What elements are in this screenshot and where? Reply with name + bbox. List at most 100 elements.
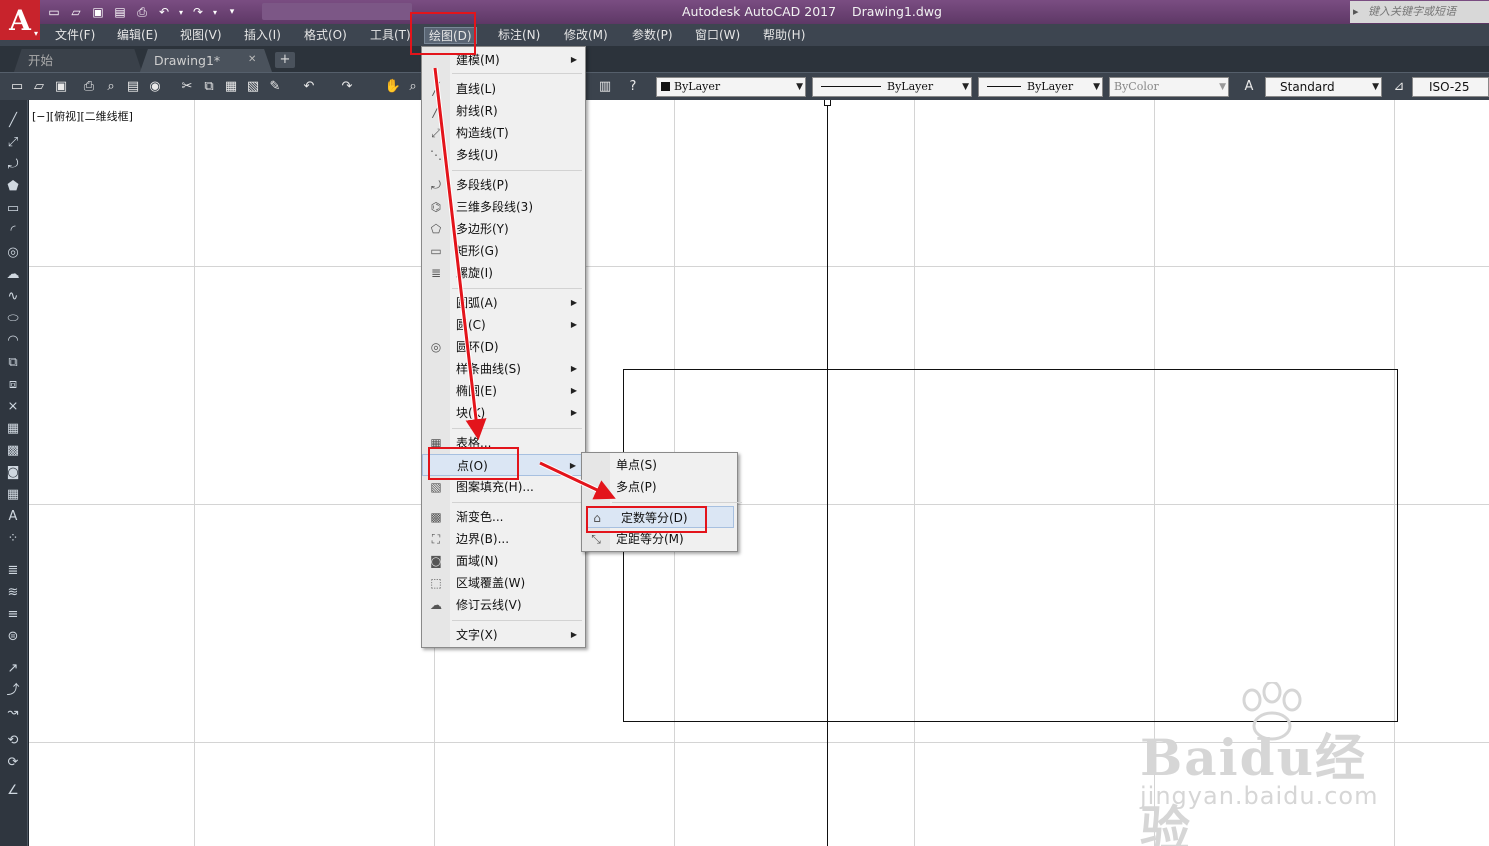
insert-block-icon[interactable]: ⧉ [4,354,22,372]
new-icon[interactable]: ▭ [8,78,26,96]
dim-aligned-icon[interactable]: ⤴ [4,682,22,700]
search-input[interactable]: ▸ 键入关键字或短语 [1350,1,1489,23]
menu-format[interactable]: 格式(O) [300,27,351,44]
zoom-realtime-icon[interactable]: ⌕ [404,78,422,96]
viewport-controls[interactable]: [−][俯视][二维线框] [32,108,133,124]
menu-item-text[interactable]: 文字(X) ▶ [422,624,585,646]
menu-item-revision-cloud[interactable]: ☁ 修订云线(V) [422,594,585,616]
ellipse-arc-icon[interactable]: ◠ [4,332,22,350]
menu-item-construction-line[interactable]: ⤢ 构造线(T) [422,122,585,144]
plot-icon[interactable]: ⎙ [80,78,98,96]
menu-window[interactable]: 窗口(W) [691,27,744,44]
menu-item-ray[interactable]: ╱ 射线(R) [422,100,585,122]
text-style-icon[interactable]: A [1240,78,1258,96]
polygon-icon[interactable]: ⬟ [4,178,22,196]
open-folder-icon[interactable]: ▱ [66,2,86,22]
new-file-icon[interactable]: ▭ [44,2,64,22]
3d-print-icon[interactable]: ◉ [146,78,164,96]
add-selected-icon[interactable]: ⁘ [4,530,22,548]
color-combo[interactable]: ByLayer ▼ [656,77,806,97]
save-icon[interactable]: ▣ [88,2,108,22]
rectangle-icon[interactable]: ▭ [4,200,22,218]
menu-item-donut[interactable]: ◎ 圆环(D) [422,336,585,358]
customize-qat-icon[interactable]: ▾ [222,2,242,22]
menu-item-polygon[interactable]: ⬠ 多边形(Y) [422,218,585,240]
help-icon[interactable]: ? [624,78,642,96]
menu-help[interactable]: 帮助(H) [759,27,809,44]
line-icon[interactable]: ╱ [4,112,22,130]
menu-item-rectangle[interactable]: ▭ 矩形(G) [422,240,585,262]
arc-icon[interactable]: ◜ [4,222,22,240]
expand-arrow-icon[interactable]: ▸ [1353,1,1359,23]
layer-previous-icon[interactable]: ≡ [4,606,22,624]
polyline-icon[interactable]: ⤾ [4,156,22,174]
menu-item-multiple-points[interactable]: 多点(P) [582,476,737,498]
tab-start[interactable]: 开始 [14,49,142,72]
region-icon[interactable]: ◙ [4,464,22,482]
cut-icon[interactable]: ✂ [178,78,196,96]
redo-icon[interactable]: ↷ [188,2,208,22]
mtext-icon[interactable]: A [4,508,22,526]
menu-item-multiline[interactable]: ⋱ 多线(U) [422,144,585,166]
undo-icon[interactable]: ↶ [300,78,318,96]
menu-item-region[interactable]: ◙ 面域(N) [422,550,585,572]
redo-icon[interactable]: ↷ [338,78,356,96]
lineweight-combo[interactable]: ByLayer ▼ [978,77,1103,97]
plotstyle-combo[interactable]: ByColor ▼ [1109,77,1229,97]
linetype-combo[interactable]: ByLayer ▼ [812,77,972,97]
construction-line-icon[interactable]: ⤢ [4,134,22,152]
menu-item-spline[interactable]: 样条曲线(S) ▶ [422,358,585,380]
dimension-style-icon[interactable]: ⊿ [1390,78,1408,96]
menu-item-single-point[interactable]: 单点(S) [582,454,737,476]
menu-item-wipeout[interactable]: ⬚ 区域覆盖(W) [422,572,585,594]
menu-tools[interactable]: 工具(T) [366,27,415,44]
save-icon[interactable]: ▣ [52,78,70,96]
menu-parametric[interactable]: 参数(P) [628,27,677,44]
drawing-canvas[interactable]: [−][俯视][二维线框] Baidu经验 jingyan.baidu.com [29,100,1489,846]
dim-radius-icon[interactable]: ⟲ [4,732,22,750]
hatch-icon[interactable]: ▦ [4,420,22,438]
pan-icon[interactable]: ✋ [384,78,402,96]
match-properties-icon[interactable]: ▧ [244,78,262,96]
save-as-icon[interactable]: ▤ [110,2,130,22]
circle-icon[interactable]: ◎ [4,244,22,262]
dim-diameter-icon[interactable]: ⟳ [4,754,22,772]
menu-item-3d-polyline[interactable]: ⌬ 三维多段线(3) [422,196,585,218]
copy-icon[interactable]: ⧉ [200,78,218,96]
revision-cloud-icon[interactable]: ☁ [4,266,22,284]
layer-states-icon[interactable]: ≋ [4,584,22,602]
table-icon[interactable]: ▦ [4,486,22,504]
dim-angular-icon[interactable]: ∠ [4,782,22,800]
make-block-icon[interactable]: ⧈ [4,376,22,394]
dim-arc-icon[interactable]: ↝ [4,704,22,722]
menu-item-gradient[interactable]: ▩ 渐变色... [422,506,585,528]
menu-item-ellipse[interactable]: 椭圆(E) ▶ [422,380,585,402]
paste-icon[interactable]: ▦ [222,78,240,96]
plot-preview-icon[interactable]: ⌕ [102,78,120,96]
gradient-icon[interactable]: ▩ [4,442,22,460]
close-icon[interactable]: ✕ [248,54,256,65]
menu-item-arc[interactable]: 圆弧(A) ▶ [422,292,585,314]
menu-dimension[interactable]: 标注(N) [494,27,544,44]
rectangle-object[interactable] [623,369,1398,722]
redo-dropdown-icon[interactable]: ▾ [210,2,220,22]
menu-modify[interactable]: 修改(M) [560,27,612,44]
menu-view[interactable]: 视图(V) [176,27,226,44]
calculator-icon[interactable]: ▥ [596,78,614,96]
application-menu-button[interactable]: A ▾ [0,0,40,40]
menu-insert[interactable]: 插入(I) [240,27,285,44]
menu-edit[interactable]: 编辑(E) [113,27,162,44]
menu-item-polyline[interactable]: ⤾ 多段线(P) [422,174,585,196]
menu-item-circle[interactable]: 圆(C) ▶ [422,314,585,336]
layer-isolate-icon[interactable]: ⊜ [4,628,22,646]
ellipse-icon[interactable]: ⬭ [4,310,22,328]
print-icon[interactable]: ⎙ [132,2,152,22]
text-style-combo[interactable]: Standard ▼ [1265,77,1382,97]
menu-item-line[interactable]: ╱ 直线(L) [422,78,585,100]
block-editor-icon[interactable]: ✎ [266,78,284,96]
undo-dropdown-icon[interactable]: ▾ [176,2,186,22]
spline-icon[interactable]: ∿ [4,288,22,306]
menu-item-helix[interactable]: ≣ 螺旋(I) [422,262,585,284]
menu-item-block[interactable]: 块(K) ▶ [422,402,585,424]
publish-icon[interactable]: ▤ [124,78,142,96]
